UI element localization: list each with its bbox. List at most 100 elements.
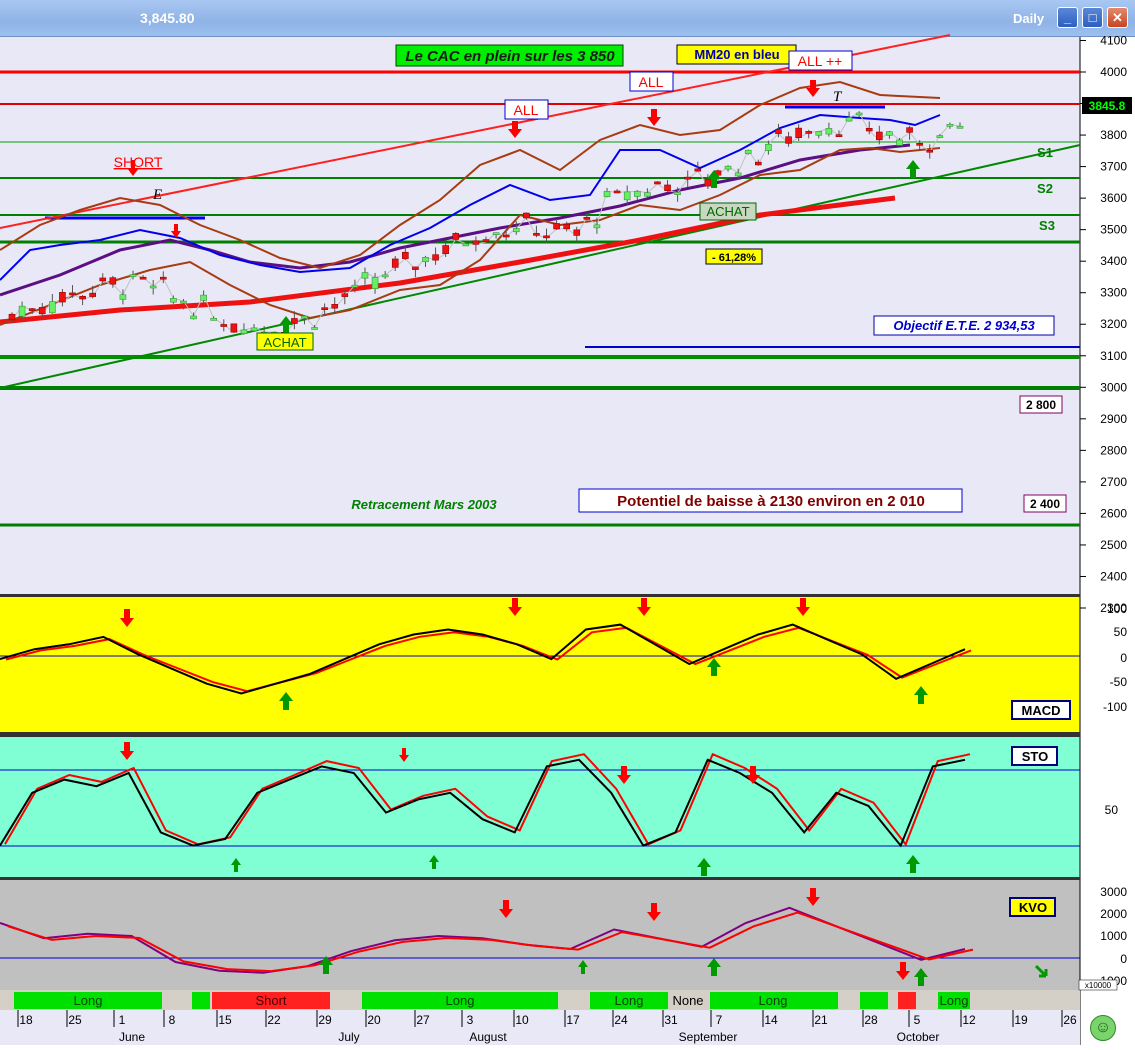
candle-up	[512, 228, 520, 233]
candle-down	[563, 224, 570, 230]
month-label: June	[119, 1030, 145, 1044]
candle-up	[603, 191, 611, 197]
candle-down	[795, 127, 802, 138]
day-label: 7	[716, 1013, 723, 1027]
candle-up	[129, 274, 137, 277]
mm20-text: MM20 en bleu	[694, 47, 779, 62]
signal-segment-long	[192, 992, 210, 1009]
candle-down	[926, 149, 934, 153]
price-tick-label: 2400	[1100, 569, 1127, 583]
day-label: 22	[267, 1013, 281, 1027]
signal-label: Long	[615, 993, 644, 1008]
price-tick-label: 3400	[1100, 254, 1127, 268]
candle-down	[220, 324, 228, 327]
candle-down	[916, 142, 923, 146]
signal-label: None	[672, 993, 703, 1008]
smiley-icon[interactable]: ☺	[1090, 1015, 1116, 1041]
price-tick-label: 3300	[1100, 286, 1127, 300]
day-label: 24	[614, 1013, 628, 1027]
signal-label: Long	[759, 993, 788, 1008]
candle-down	[38, 307, 46, 315]
price-tick-label: 3000	[1100, 380, 1127, 394]
candle-down	[89, 292, 96, 297]
candle-up	[361, 272, 369, 279]
candle-up	[936, 135, 944, 138]
candle-down	[59, 292, 66, 303]
month-label: September	[679, 1030, 738, 1044]
candle-up	[956, 125, 964, 129]
candle-down	[291, 318, 298, 324]
retracement-text: Retracement Mars 2003	[351, 497, 497, 512]
month-label: July	[338, 1030, 359, 1044]
candle-down	[432, 254, 439, 261]
price-tick-label: 2800	[1100, 443, 1127, 457]
candle-down	[331, 304, 339, 309]
signal-segment-long	[860, 992, 888, 1009]
candle-up	[825, 128, 833, 135]
candle-up	[623, 191, 631, 201]
sto-panel-bg	[0, 737, 1080, 877]
price-tick-label: 3800	[1100, 128, 1127, 142]
candle-up	[855, 112, 863, 116]
candle-up	[492, 232, 500, 236]
day-label: 3	[467, 1013, 474, 1027]
panel-divider	[0, 877, 1080, 880]
candle-down	[906, 127, 913, 133]
candle-down	[28, 308, 36, 311]
candle-up	[250, 327, 258, 332]
candle-down	[754, 161, 762, 166]
day-label: 17	[566, 1013, 580, 1027]
signal-label: Long	[74, 993, 103, 1008]
candle-up	[845, 117, 853, 122]
candle-down	[472, 240, 480, 245]
candle-down	[99, 277, 107, 282]
price-tick-label: 4100	[1100, 33, 1127, 47]
s3-label: S3	[1039, 218, 1055, 233]
candle-down	[341, 293, 349, 297]
last-price-text: 3845.8	[1089, 99, 1126, 113]
candle-up	[210, 318, 218, 321]
price-tick-label: 3100	[1100, 349, 1127, 363]
candle-down	[694, 168, 702, 172]
candle-down	[775, 129, 782, 134]
day-label: 14	[764, 1013, 778, 1027]
day-label: 10	[515, 1013, 529, 1027]
candle-up	[633, 190, 641, 197]
objectif-text: Objectif E.T.E. 2 934,53	[893, 318, 1035, 333]
candle-up	[180, 300, 187, 304]
headline-text: Le CAC en plein sur les 3 850	[405, 48, 615, 65]
candle-up	[240, 329, 248, 334]
day-label: 5	[914, 1013, 921, 1027]
chart-window: 3,845.80 Daily _ □ ✕ Le CAC en plein sur…	[0, 0, 1135, 1050]
price-tick-label: 3600	[1100, 191, 1127, 205]
candle-down	[654, 181, 661, 185]
candle-down	[613, 190, 621, 194]
s2-label: S2	[1037, 181, 1053, 196]
short-text: SHORT	[114, 154, 163, 170]
candle-up	[200, 294, 207, 301]
candle-down	[502, 234, 510, 238]
candle-up	[18, 305, 26, 317]
candle-up	[49, 301, 56, 314]
signal-segment-short	[898, 992, 916, 1009]
candle-up	[593, 224, 601, 229]
candle-down	[442, 245, 449, 255]
candle-up	[674, 192, 681, 195]
day-label: 18	[19, 1013, 33, 1027]
macd-tick: 100	[1107, 602, 1127, 616]
kvo-scale-label: x10000	[1085, 981, 1112, 990]
candle-down	[543, 235, 550, 239]
candle-up	[381, 274, 389, 278]
candle-up	[119, 294, 127, 300]
kvo-tick: 1000	[1100, 929, 1127, 943]
candle-down	[139, 276, 147, 280]
macd-tick: 50	[1114, 625, 1128, 639]
candle-up	[946, 123, 954, 127]
candle-down	[523, 212, 530, 219]
candle-down	[79, 295, 86, 300]
candle-up	[896, 139, 903, 146]
candle-down	[533, 233, 540, 236]
signal-bar: Long Short Long Long None Long Long	[14, 992, 970, 1009]
lvl2400-text: 2 400	[1030, 497, 1060, 511]
candle-up	[462, 243, 470, 247]
